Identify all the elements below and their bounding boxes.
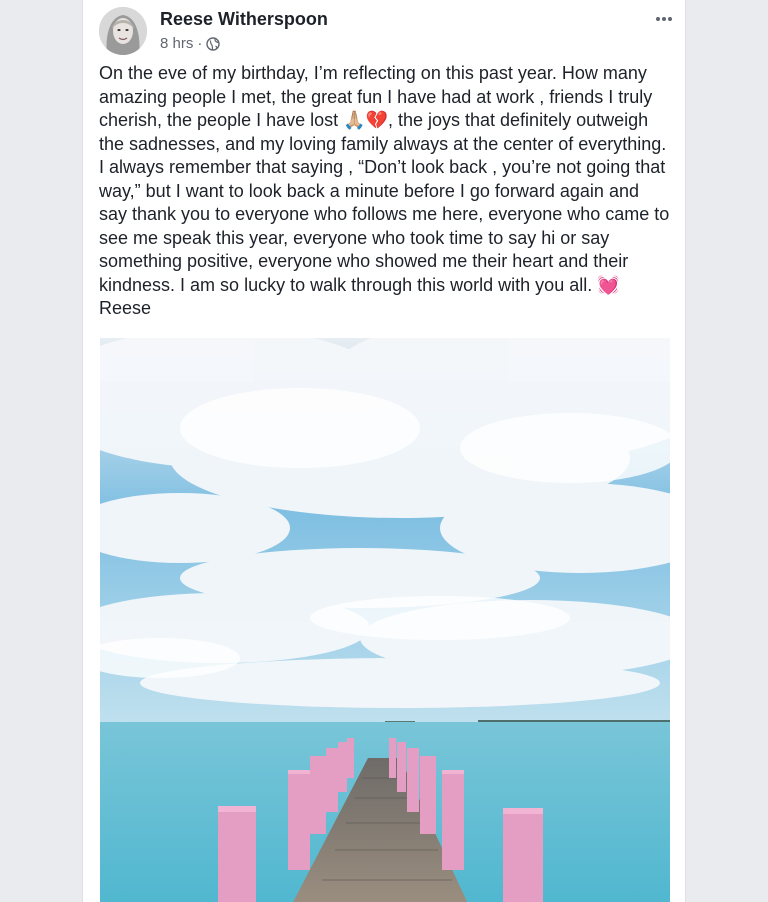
more-options-icon[interactable] xyxy=(649,8,679,30)
author-name[interactable]: Reese Witherspoon xyxy=(160,9,328,30)
post-card: Reese Witherspoon 8 hrs · On the eve of … xyxy=(82,0,686,902)
author-avatar[interactable] xyxy=(99,7,147,55)
post-timestamp[interactable]: 8 hrs xyxy=(160,35,193,52)
post-text: On the eve of my birthday, I’m reflectin… xyxy=(99,63,670,318)
globe-icon[interactable] xyxy=(206,36,221,51)
post-meta: 8 hrs · xyxy=(160,35,221,52)
post-photo[interactable] xyxy=(100,338,670,902)
meta-separator: · xyxy=(197,35,203,52)
